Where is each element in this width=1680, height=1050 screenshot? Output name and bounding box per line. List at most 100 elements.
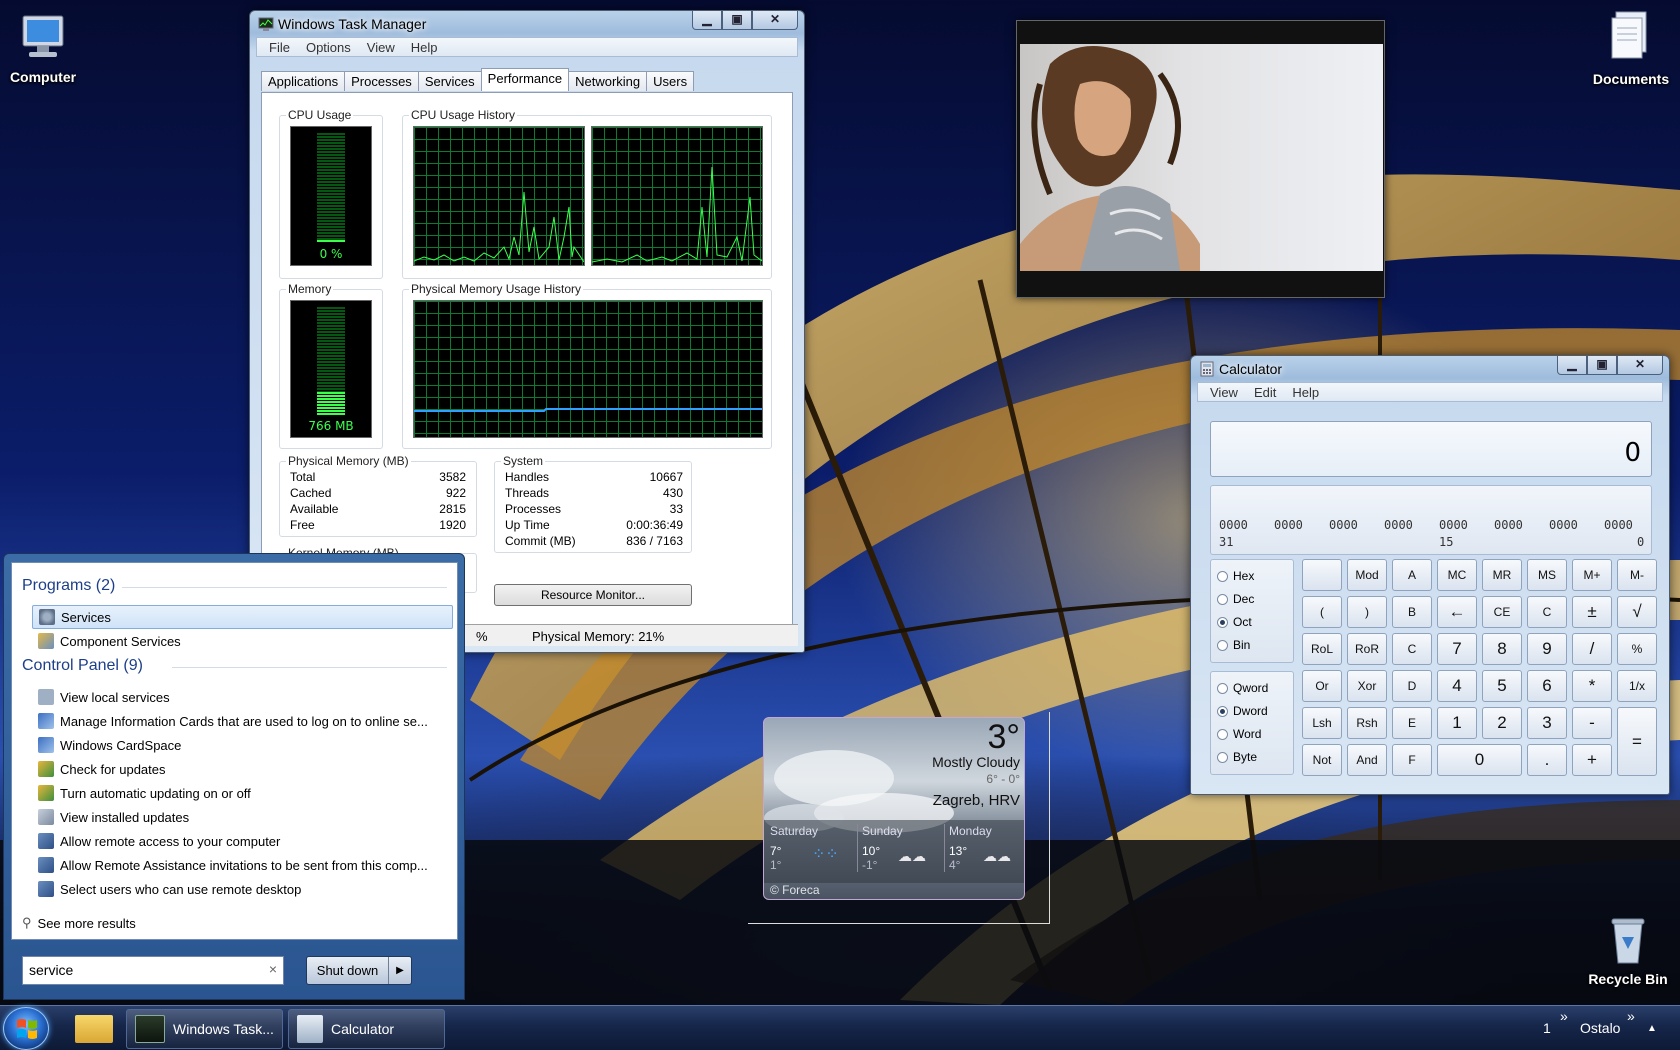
key-8[interactable]: 8	[1482, 633, 1522, 665]
key-equals[interactable]: =	[1617, 707, 1657, 776]
key-divide[interactable]: /	[1572, 633, 1612, 665]
key-blank[interactable]	[1302, 559, 1342, 591]
radio-oct[interactable]: Oct	[1217, 615, 1252, 629]
result-allow-remote-access[interactable]: Allow remote access to your computer	[32, 829, 453, 853]
photo-window[interactable]	[1016, 20, 1385, 298]
key-mminus[interactable]: M-	[1617, 559, 1657, 591]
taskbar-explorer-button[interactable]	[67, 1009, 123, 1049]
result-automatic-updating[interactable]: Turn automatic updating on or off	[32, 781, 453, 805]
toolbar-chevron-icon[interactable]: »	[1560, 1008, 1568, 1024]
control-panel-header[interactable]: Control Panel (9)	[22, 657, 143, 675]
key-b[interactable]: B	[1392, 596, 1432, 628]
programs-header[interactable]: Programs (2)	[22, 577, 115, 595]
menu-view[interactable]: View	[359, 40, 403, 55]
minimize-button[interactable]: ▁	[1557, 356, 1587, 375]
key-5[interactable]: 5	[1482, 670, 1522, 702]
show-hidden-icons-icon[interactable]: ▲	[1647, 1023, 1657, 1034]
close-button[interactable]: ✕	[1617, 356, 1663, 375]
key-rsh[interactable]: Rsh	[1347, 707, 1387, 739]
key-1[interactable]: 1	[1437, 707, 1477, 739]
key-multiply[interactable]: *	[1572, 670, 1612, 702]
key-mc[interactable]: MC	[1437, 559, 1477, 591]
key-2[interactable]: 2	[1482, 707, 1522, 739]
tab-services[interactable]: Services	[417, 71, 482, 91]
tab-users[interactable]: Users	[646, 71, 695, 91]
key-ms[interactable]: MS	[1527, 559, 1567, 591]
tab-networking[interactable]: Networking	[568, 71, 648, 91]
key-plus-minus[interactable]: ±	[1572, 596, 1612, 628]
maximize-button[interactable]: ▣	[722, 11, 752, 30]
result-windows-cardspace[interactable]: Windows CardSpace	[32, 733, 453, 757]
key-plus[interactable]: +	[1572, 744, 1612, 776]
shutdown-button[interactable]: Shut down	[307, 957, 389, 984]
desktop-icon-recycle-bin[interactable]: Recycle Bin	[1573, 915, 1680, 987]
resource-monitor-button[interactable]: Resource Monitor...	[494, 584, 692, 606]
menu-help[interactable]: Help	[403, 40, 446, 55]
key-mplus[interactable]: M+	[1572, 559, 1612, 591]
key-xor[interactable]: Xor	[1347, 670, 1387, 702]
key-not[interactable]: Not	[1302, 744, 1342, 776]
tab-processes[interactable]: Processes	[344, 71, 419, 91]
key-rol[interactable]: RoL	[1302, 633, 1342, 665]
result-remote-assistance[interactable]: Allow Remote Assistance invitations to b…	[32, 853, 453, 877]
key-c[interactable]: C	[1392, 633, 1432, 665]
result-services[interactable]: Services	[32, 605, 453, 629]
key-6[interactable]: 6	[1527, 670, 1567, 702]
key-9[interactable]: 9	[1527, 633, 1567, 665]
key-ce[interactable]: CE	[1482, 596, 1522, 628]
key-or[interactable]: Or	[1302, 670, 1342, 702]
key-e[interactable]: E	[1392, 707, 1432, 739]
taskbar-calculator-button[interactable]: Calculator	[288, 1009, 445, 1049]
menu-help[interactable]: Help	[1284, 385, 1327, 400]
key-open-paren[interactable]: (	[1302, 596, 1342, 628]
result-check-for-updates[interactable]: Check for updates	[32, 757, 453, 781]
tray-toolbar-number[interactable]: 1	[1543, 1020, 1551, 1036]
start-button[interactable]	[3, 1007, 49, 1050]
clear-search-icon[interactable]: ×	[269, 961, 277, 977]
start-search-input[interactable]: service ×	[22, 956, 284, 985]
key-decimal[interactable]: .	[1527, 744, 1567, 776]
key-lsh[interactable]: Lsh	[1302, 707, 1342, 739]
key-3[interactable]: 3	[1527, 707, 1567, 739]
radio-hex[interactable]: Hex	[1217, 569, 1254, 583]
desktop-icon-computer[interactable]: Computer	[0, 12, 98, 85]
key-d[interactable]: D	[1392, 670, 1432, 702]
key-1dividex[interactable]: 1/x	[1617, 670, 1657, 702]
shutdown-options-arrow-icon[interactable]: ▶	[389, 957, 411, 984]
key-f[interactable]: F	[1392, 744, 1432, 776]
key-percent[interactable]: %	[1617, 633, 1657, 665]
tab-applications[interactable]: Applications	[261, 71, 346, 91]
key-c[interactable]: C	[1527, 596, 1567, 628]
result-manage-information-cards[interactable]: Manage Information Cards that are used t…	[32, 709, 453, 733]
see-more-results-link[interactable]: ⚲ See more results	[16, 911, 437, 935]
radio-dword[interactable]: Dword	[1217, 704, 1268, 718]
radio-qword[interactable]: Qword	[1217, 681, 1268, 695]
key-mod[interactable]: Mod	[1347, 559, 1387, 591]
tab-performance[interactable]: Performance	[480, 68, 570, 91]
close-button[interactable]: ✕	[752, 11, 798, 30]
menu-edit[interactable]: Edit	[1246, 385, 1284, 400]
key-close-paren[interactable]: )	[1347, 596, 1387, 628]
key-backspace[interactable]: ←	[1437, 596, 1477, 628]
minimize-button[interactable]: ▁	[692, 11, 722, 30]
radio-dec[interactable]: Dec	[1217, 592, 1254, 606]
result-component-services[interactable]: Component Services	[32, 629, 453, 653]
weather-gadget[interactable]: 3° Mostly Cloudy 6° - 0° Zagreb, HRV Sat…	[763, 717, 1025, 900]
taskbar-task-manager-button[interactable]: Windows Task...	[126, 1009, 283, 1049]
maximize-button[interactable]: ▣	[1587, 356, 1617, 375]
menu-options[interactable]: Options	[298, 40, 359, 55]
key-sqrt[interactable]: √	[1617, 596, 1657, 628]
toolbar-chevron-icon[interactable]: »	[1627, 1008, 1635, 1024]
key-0[interactable]: 0	[1437, 744, 1522, 776]
desktop-icon-documents[interactable]: Documents	[1576, 10, 1680, 87]
result-view-installed-updates[interactable]: View installed updates	[32, 805, 453, 829]
key-mr[interactable]: MR	[1482, 559, 1522, 591]
key-a[interactable]: A	[1392, 559, 1432, 591]
key-7[interactable]: 7	[1437, 633, 1477, 665]
calculator-titlebar[interactable]: Calculator ▁ ▣ ✕	[1191, 356, 1669, 382]
key-4[interactable]: 4	[1437, 670, 1477, 702]
result-remote-desktop-users[interactable]: Select users who can use remote desktop	[32, 877, 453, 901]
radio-bin[interactable]: Bin	[1217, 638, 1250, 652]
key-minus[interactable]: -	[1572, 707, 1612, 739]
task-manager-titlebar[interactable]: Windows Task Manager ▁ ▣ ✕	[250, 11, 804, 37]
